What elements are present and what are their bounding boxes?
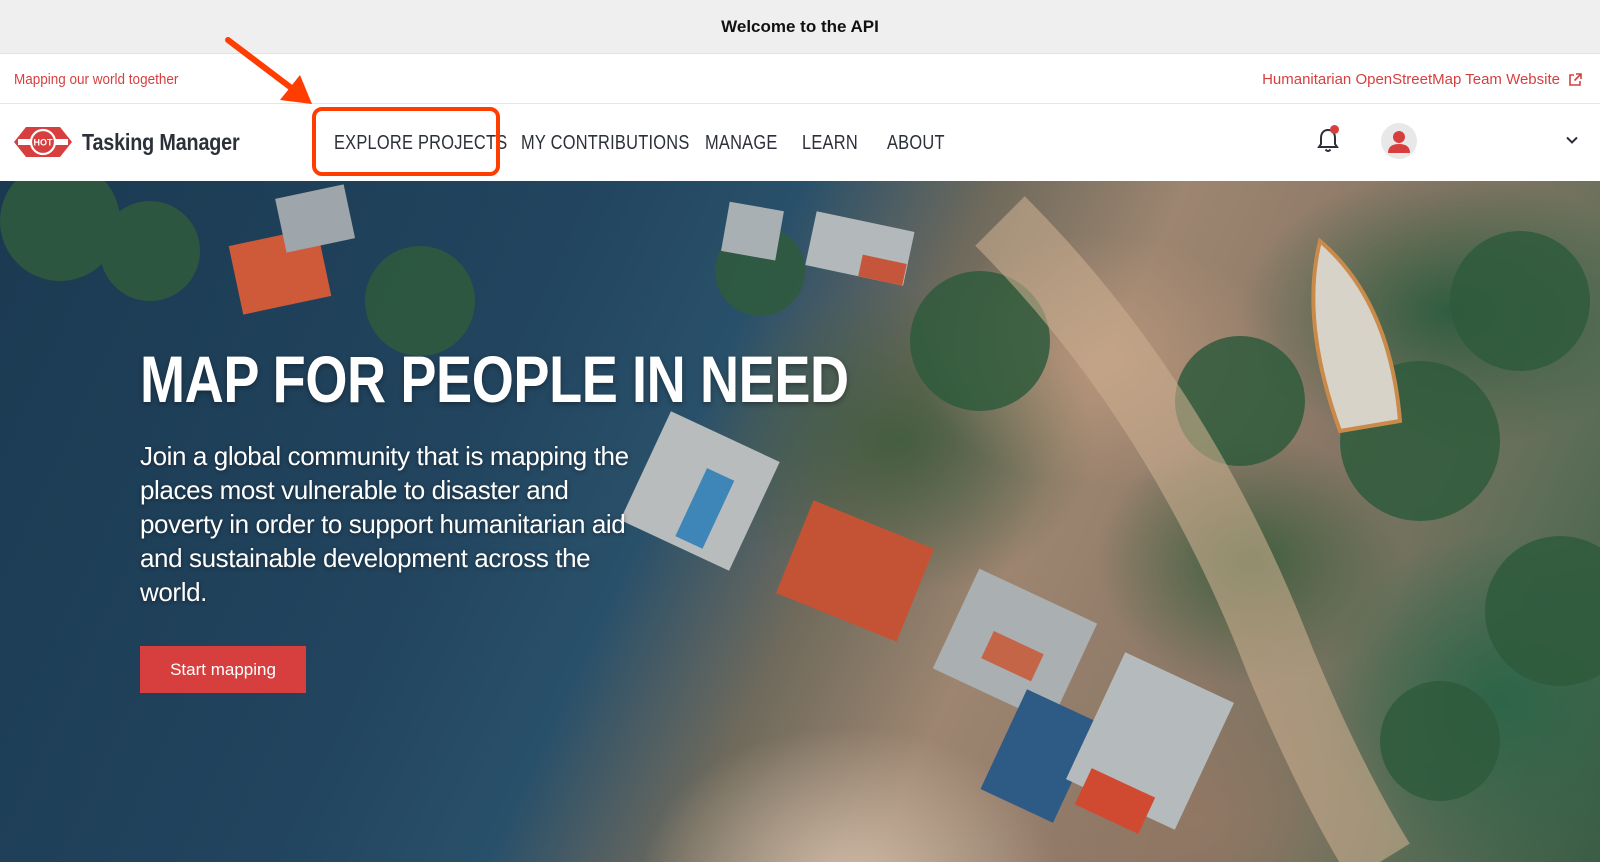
hot-website-link[interactable]: Humanitarian OpenStreetMap Team Website	[1262, 71, 1582, 88]
hot-logo-icon: HOT	[14, 127, 72, 157]
tagline-bar: Mapping our world together Humanitarian …	[0, 54, 1600, 104]
user-avatar[interactable]	[1381, 123, 1417, 159]
user-avatar-icon	[1388, 131, 1410, 153]
banner-text: Welcome to the API	[721, 16, 879, 36]
notifications-button[interactable]	[1316, 125, 1340, 155]
top-banner: Welcome to the API	[0, 0, 1600, 54]
notification-dot	[1330, 125, 1339, 134]
hero-description: Join a global community that is mapping …	[140, 441, 629, 607]
hero-section: MAP FOR PEOPLE IN NEED Join a global com…	[0, 181, 1600, 862]
nav-explore-projects[interactable]: EXPLORE PROJECTS	[334, 132, 507, 155]
main-navbar: HOT Tasking Manager EXPLORE PROJECTS MY …	[0, 105, 1600, 181]
nav-learn[interactable]: LEARN	[802, 132, 858, 155]
logo-text: Tasking Manager	[82, 128, 240, 155]
tasking-manager-logo[interactable]: HOT Tasking Manager	[14, 123, 265, 161]
tagline: Mapping our world together	[14, 71, 179, 88]
nav-about[interactable]: ABOUT	[887, 132, 945, 155]
nav-manage[interactable]: MANAGE	[705, 132, 778, 155]
hot-website-link-label: Humanitarian OpenStreetMap Team Website	[1262, 71, 1560, 88]
start-mapping-button[interactable]: Start mapping	[140, 646, 306, 693]
nav-my-contributions[interactable]: MY CONTRIBUTIONS	[521, 132, 690, 155]
chevron-down-icon[interactable]	[1564, 132, 1580, 148]
hero-title: MAP FOR PEOPLE IN NEED	[140, 342, 849, 416]
logo-badge-text: HOT	[34, 138, 54, 148]
external-link-icon	[1569, 72, 1582, 86]
